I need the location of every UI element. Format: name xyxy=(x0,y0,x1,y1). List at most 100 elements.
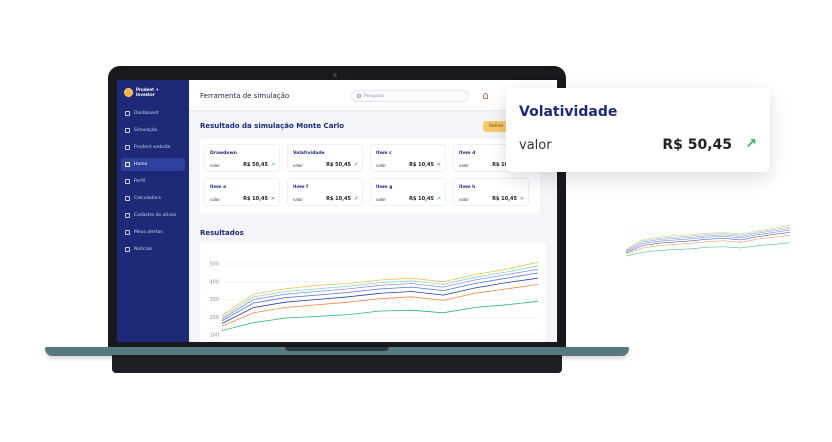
metric-card-label: valor xyxy=(459,163,470,168)
sidebar-item-label: Prudent website xyxy=(134,145,171,150)
list-icon xyxy=(125,213,130,218)
metric-card-label: valor xyxy=(210,197,221,202)
sidebar-item-label: Home xyxy=(134,162,148,167)
metric-card[interactable]: Item f valor R$ 10,45 ↗ xyxy=(287,178,363,206)
results-line-chart: 500 400 300 200 100 xyxy=(209,262,539,339)
laptop-notch xyxy=(285,347,389,351)
sidebar-nav: Dashboard Simulação Prudent website Home Per… xyxy=(121,107,185,260)
laptop-base-shadow xyxy=(112,355,562,373)
monitor-icon xyxy=(125,145,130,150)
metric-card-label: valor xyxy=(210,163,221,168)
metric-card-value: R$ 10,45 xyxy=(409,196,434,202)
results-panel: 500 400 300 200 100 xyxy=(200,242,546,342)
simulation-title: Resultado da simulação Monte Carlo xyxy=(200,122,345,130)
metric-card-title: Item f xyxy=(293,185,309,190)
sidebar-item-label: Meus alertas xyxy=(134,230,163,235)
series-line xyxy=(625,242,791,257)
metric-card-title: Item g xyxy=(376,185,393,190)
page-title: Ferramenta de simulação xyxy=(200,92,290,100)
metric-card-label: valor xyxy=(293,197,304,202)
metrics-panel: Drawdown valor R$ 50,45 ↗ Volatividade valor R… xyxy=(200,139,540,214)
home-icon xyxy=(125,162,130,167)
popup-value: R$ 50,45 xyxy=(662,137,732,153)
y-tick-label: 400 xyxy=(209,279,219,285)
search-icon xyxy=(357,94,361,98)
sidebar-item-label: Cadastro de ativos xyxy=(134,213,177,218)
metric-card[interactable]: Drawdown valor R$ 50,45 ↗ xyxy=(204,144,280,172)
sidebar-item[interactable]: Prudent website xyxy=(121,141,185,154)
metric-card-label: valor xyxy=(293,163,304,168)
sidebar-item-label: Dashboard xyxy=(134,111,159,116)
sidebar-item[interactable]: Simulação xyxy=(121,124,185,137)
sidebar-item[interactable]: Cadastro de ativos xyxy=(121,209,185,222)
laptop-frame: Prudent + Investor Dashboard Simulação Pru… xyxy=(108,66,566,350)
trend-down-icon: ✕ xyxy=(519,196,524,202)
y-tick-label: 100 xyxy=(209,333,219,339)
sidebar-item[interactable]: Dashboard xyxy=(121,107,185,120)
metric-card-label: valor xyxy=(459,197,470,202)
trend-up-icon: ↗ xyxy=(436,196,441,202)
search-input[interactable]: Pesquisa xyxy=(351,90,469,102)
metric-card-value: R$ 10,45 xyxy=(326,196,351,202)
trend-up-icon: ↗ xyxy=(745,136,757,152)
trend-up-icon: ↗ xyxy=(270,162,275,168)
popup-label: valor xyxy=(519,138,552,153)
y-tick-label: 200 xyxy=(209,315,219,321)
search-placeholder: Pesquisa xyxy=(364,93,384,99)
metric-card-value: R$ 50,45 xyxy=(326,162,351,168)
sidebar-item[interactable]: Meus alertas xyxy=(121,226,185,239)
metric-card-value: R$ 50,45 xyxy=(243,162,268,168)
metric-card-title: Item h xyxy=(459,185,476,190)
metric-card-title: Drawdown xyxy=(210,151,237,156)
metric-card-value: R$ 10,45 xyxy=(492,196,517,202)
sidebar-item-label: Calculadora xyxy=(134,196,161,201)
metric-card-title: Item e xyxy=(210,185,227,190)
news-icon xyxy=(125,247,130,252)
metric-card[interactable]: Volatividade valor R$ 50,45 ↗ xyxy=(287,144,363,172)
app-screen: Prudent + Investor Dashboard Simulação Pru… xyxy=(117,80,557,342)
chart-icon xyxy=(125,128,130,133)
grid-icon xyxy=(125,111,130,116)
notification-bell-icon[interactable] xyxy=(483,93,488,99)
trend-up-icon: ↗ xyxy=(353,196,358,202)
y-tick-label: 500 xyxy=(209,262,219,268)
trend-down-icon: ✕ xyxy=(270,196,275,202)
camera xyxy=(333,73,337,77)
sidebar-item-label: Notícias xyxy=(134,247,152,252)
metric-card[interactable]: Item c valor R$ 10,45 ✕ xyxy=(370,144,446,172)
mini-line-chart xyxy=(625,224,791,257)
sidebar-item[interactable]: Perfil xyxy=(121,175,185,188)
popup-title: Volatividade xyxy=(519,104,618,120)
logo-icon xyxy=(124,88,133,97)
metric-card-title: Item c xyxy=(376,151,392,156)
volatility-card-popup: Volatividade valor R$ 50,45 ↗ xyxy=(506,88,770,172)
metric-card-title: Item d xyxy=(459,151,476,156)
sidebar-item[interactable]: Notícias xyxy=(121,243,185,256)
sidebar-item-label: Perfil xyxy=(134,179,146,184)
y-tick-label: 300 xyxy=(209,297,219,303)
logo-text-2: Investor xyxy=(136,91,155,97)
series-line xyxy=(221,300,539,331)
camera-sensor xyxy=(349,74,351,76)
sidebar-item[interactable]: Home xyxy=(121,158,185,171)
trend-up-icon: ↗ xyxy=(353,162,358,168)
metric-card-label: valor xyxy=(376,197,387,202)
metric-card[interactable]: Item g valor R$ 10,45 ↗ xyxy=(370,178,446,206)
metric-card-value: R$ 10,45 xyxy=(409,162,434,168)
metric-card-title: Volatividade xyxy=(293,151,325,156)
bell-icon xyxy=(125,230,130,235)
trend-down-icon: ✕ xyxy=(436,162,441,168)
results-title: Resultados xyxy=(200,229,244,237)
calculator-icon xyxy=(125,196,130,201)
sidebar: Prudent + Investor Dashboard Simulação Pru… xyxy=(117,80,189,342)
sidebar-item[interactable]: Calculadora xyxy=(121,192,185,205)
user-icon xyxy=(125,179,130,184)
main-content: Ferramenta de simulação Pesquisa Resulta… xyxy=(189,80,557,342)
camera-sensor xyxy=(321,74,323,76)
app-logo[interactable]: Prudent + Investor xyxy=(124,87,159,97)
metric-card-label: valor xyxy=(376,163,387,168)
metric-card[interactable]: Item h valor R$ 10,45 ✕ xyxy=(453,178,529,206)
top-bar: Ferramenta de simulação Pesquisa xyxy=(189,80,557,111)
metric-card[interactable]: Item e valor R$ 10,45 ✕ xyxy=(204,178,280,206)
sidebar-item-label: Simulação xyxy=(134,128,158,133)
